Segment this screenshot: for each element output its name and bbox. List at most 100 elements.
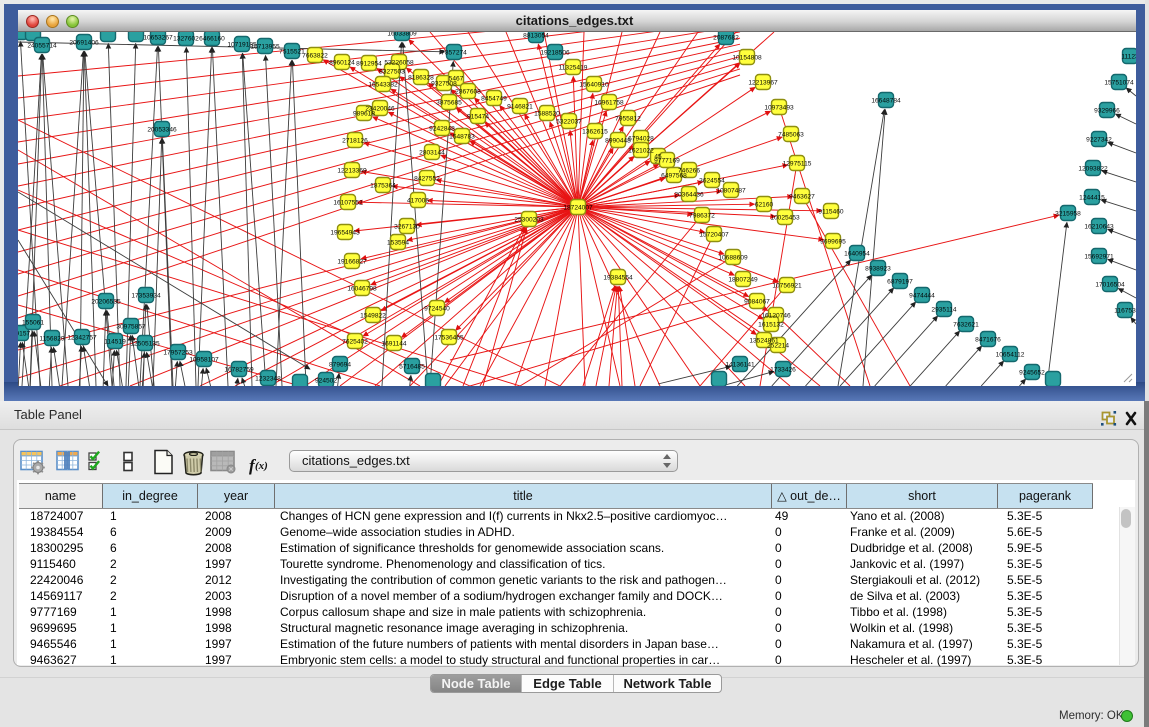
svg-text:2803144: 2803144 [419, 149, 445, 156]
svg-text:16210643: 16210643 [1084, 223, 1114, 230]
svg-text:9463627: 9463627 [789, 193, 815, 200]
svg-text:12213369: 12213369 [337, 167, 367, 174]
svg-text:24055714: 24055714 [27, 42, 57, 49]
svg-text:30975857: 30975857 [116, 323, 146, 330]
svg-text:16033809: 16033809 [387, 32, 417, 37]
svg-text:8960124: 8960124 [329, 59, 355, 66]
svg-text:7663822: 7663822 [302, 52, 328, 59]
svg-text:18807249: 18807249 [728, 276, 758, 283]
svg-text:3875685: 3875685 [436, 99, 462, 106]
svg-text:10756921: 10756921 [772, 282, 802, 289]
svg-text:11123: 11123 [1121, 53, 1136, 60]
svg-text:879694: 879694 [329, 361, 351, 368]
svg-text:39157: 39157 [18, 330, 30, 337]
svg-text:1615132: 1615132 [758, 321, 784, 328]
svg-text:10154808: 10154808 [732, 54, 762, 61]
svg-text:9146821: 9146821 [507, 103, 533, 110]
svg-text:1362615: 1362615 [582, 128, 608, 135]
svg-text:16107552: 16107552 [333, 199, 363, 206]
svg-text:7632621: 7632621 [953, 321, 979, 328]
svg-text:10025453: 10025453 [770, 214, 800, 221]
svg-text:10688609: 10688609 [718, 254, 748, 261]
svg-text:16961758: 16961758 [594, 99, 624, 106]
svg-text:9724540: 9724540 [424, 305, 450, 312]
svg-text:7986372: 7986372 [689, 212, 715, 219]
svg-text:915474: 915474 [467, 113, 489, 120]
svg-text:16046798: 16046798 [347, 285, 377, 292]
svg-text:25300203: 25300203 [514, 216, 544, 223]
svg-text:14136141: 14136141 [725, 361, 755, 368]
svg-text:11325419: 11325419 [559, 64, 588, 71]
svg-text:6497568: 6497568 [661, 172, 687, 179]
svg-text:924502: 924502 [315, 377, 337, 384]
svg-text:1588520: 1588520 [534, 110, 560, 117]
svg-text:7625402: 7625402 [342, 338, 368, 345]
svg-text:17016504: 17016504 [1095, 281, 1125, 288]
svg-text:2935114: 2935114 [931, 306, 957, 313]
svg-text:9699695: 9699695 [820, 238, 846, 245]
svg-text:3624554: 3624554 [699, 177, 725, 184]
svg-text:15692971: 15692971 [1084, 253, 1114, 260]
svg-text:15751074: 15751074 [1104, 79, 1134, 86]
svg-text:62160: 62160 [755, 201, 774, 208]
svg-text:12093822: 12093822 [1078, 165, 1108, 172]
svg-text:18724007: 18724007 [563, 204, 593, 211]
svg-text:6794028: 6794028 [628, 135, 654, 142]
svg-text:5467: 5467 [449, 75, 464, 82]
svg-text:9329966: 9329966 [1094, 107, 1120, 114]
svg-text:8471676: 8471676 [975, 336, 1001, 343]
svg-text:2087682: 2087682 [713, 34, 739, 41]
svg-text:9245652: 9245652 [1019, 369, 1045, 376]
svg-text:16543382: 16543382 [368, 81, 398, 88]
svg-text:1232348: 1232348 [255, 375, 281, 382]
svg-text:8454749: 8454749 [481, 95, 507, 102]
svg-text:12505135: 12505135 [130, 340, 160, 347]
svg-text:1640954: 1640954 [844, 250, 870, 257]
svg-text:5716485: 5716485 [399, 363, 425, 370]
svg-text:20691406: 20691406 [69, 39, 99, 46]
svg-text:17957253: 17957253 [163, 349, 193, 356]
svg-text:3215958: 3215958 [1055, 210, 1081, 217]
svg-text:15640910: 15640910 [579, 81, 609, 88]
svg-text:114519: 114519 [104, 338, 126, 345]
svg-text:20053346: 20053346 [147, 126, 177, 133]
svg-text:12975115: 12975115 [783, 160, 812, 167]
svg-text:7857274: 7857274 [441, 49, 467, 56]
svg-text:8813054: 8813054 [523, 32, 549, 39]
svg-text:15713955: 15713955 [250, 43, 280, 50]
svg-text:10654112: 10654112 [996, 351, 1025, 358]
svg-text:6466160: 6466160 [199, 35, 225, 42]
svg-text:1156829: 1156829 [39, 335, 65, 342]
svg-text:9327503: 9327503 [379, 68, 405, 75]
svg-text:53226058: 53226058 [384, 59, 414, 66]
svg-text:12213967: 12213967 [748, 79, 778, 86]
svg-text:(x): (x) [255, 460, 268, 472]
svg-text:10958107: 10958107 [189, 356, 219, 363]
svg-text:12342757: 12342757 [67, 334, 97, 341]
svg-text:116753: 116753 [1114, 307, 1136, 314]
svg-text:10807487: 10807487 [716, 187, 746, 194]
svg-text:1244415: 1244415 [1079, 194, 1105, 201]
svg-text:19384554: 19384554 [603, 274, 633, 281]
svg-text:7515521: 7515521 [279, 48, 305, 55]
svg-text:19166827: 19166827 [337, 258, 367, 265]
svg-text:9227342: 9227342 [1086, 136, 1112, 143]
svg-text:15720407: 15720407 [699, 231, 729, 238]
svg-text:3267130: 3267130 [394, 223, 420, 230]
svg-text:2718126: 2718126 [342, 137, 368, 144]
svg-text:8938923: 8938923 [865, 265, 891, 272]
svg-text:19218506: 19218506 [540, 49, 570, 56]
svg-text:989618: 989618 [353, 110, 375, 117]
svg-text:17536465: 17536465 [434, 334, 464, 341]
svg-text:10973493: 10973493 [764, 104, 794, 111]
svg-text:252214: 252214 [767, 342, 789, 349]
svg-text:16648784: 16648784 [871, 97, 901, 104]
svg-text:6879197: 6879197 [887, 278, 913, 285]
svg-text:9084067: 9084067 [744, 298, 770, 305]
svg-text:1875364: 1875364 [370, 182, 396, 189]
svg-text:2867608: 2867608 [455, 88, 481, 95]
svg-text:20206535: 20206535 [91, 298, 121, 305]
svg-text:1549822: 1549822 [360, 312, 386, 319]
svg-text:153594: 153594 [387, 239, 409, 246]
svg-text:417006: 417006 [407, 197, 429, 204]
